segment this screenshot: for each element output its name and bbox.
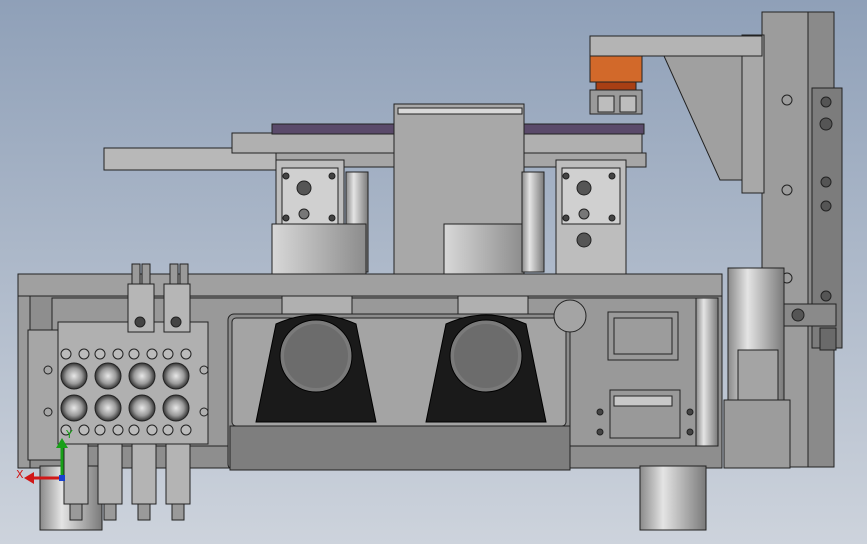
triad-x-label: X bbox=[16, 468, 24, 481]
left-carriage bbox=[271, 159, 369, 285]
cad-viewport[interactable]: X Y bbox=[0, 0, 867, 544]
right-carriage bbox=[555, 159, 627, 277]
triad-z-axis bbox=[59, 475, 65, 481]
center-carriage bbox=[393, 103, 545, 287]
triad-y-label: Y bbox=[65, 428, 73, 441]
assembly-drawing: X Y bbox=[0, 0, 867, 544]
